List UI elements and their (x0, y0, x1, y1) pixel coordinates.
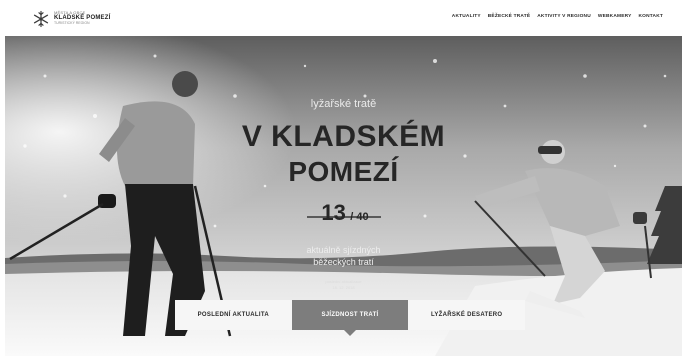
logo[interactable]: MĚSTA A OBCE KLADSKÉ POMEZÍ TURISTICKÝ R… (32, 10, 142, 28)
tab-sjizdnost-trati[interactable]: SJÍZDNOST TRATÍ (291, 300, 409, 336)
tab-lyzarske-desatero[interactable]: LYŽAŘSKÉ DESATERO (408, 300, 526, 330)
main-nav: AKTUALITY BĚŽECKÉ TRATĚ AKTIVITY V REGIO… (452, 14, 663, 19)
logo-text: MĚSTA A OBCE KLADSKÉ POMEZÍ TURISTICKÝ R… (54, 11, 110, 26)
nav-item-kontakt[interactable]: KONTAKT (639, 14, 664, 19)
logo-subtitle: TURISTICKÝ REGION (54, 21, 90, 25)
tab-label: POSLEDNÍ AKTUALITA (197, 312, 270, 318)
site-header: MĚSTA A OBCE KLADSKÉ POMEZÍ TURISTICKÝ R… (0, 0, 687, 36)
tab-label: LYŽAŘSKÉ DESATERO (430, 312, 503, 318)
tab-posledni-aktualita[interactable]: POSLEDNÍ AKTUALITA (175, 300, 292, 330)
tab-label: SJÍZDNOST TRATÍ (321, 312, 379, 318)
chevron-down-icon (344, 330, 356, 336)
nav-item-webkamery[interactable]: WEBKAMERY (598, 14, 632, 19)
nav-item-aktuality[interactable]: AKTUALITY (452, 14, 481, 19)
snowflake-logo-icon (33, 10, 49, 28)
hero-section: lyžařské tratě V KLADSKÉM POMEZÍ 13 / 40… (5, 36, 682, 356)
nav-item-aktivity[interactable]: AKTIVITY V REGIONU (537, 14, 591, 19)
hero-tabs: POSLEDNÍ AKTUALITA SJÍZDNOST TRATÍ LYŽAŘ… (175, 300, 526, 336)
nav-item-bezecke-trate[interactable]: BĚŽECKÉ TRATĚ (488, 14, 531, 19)
